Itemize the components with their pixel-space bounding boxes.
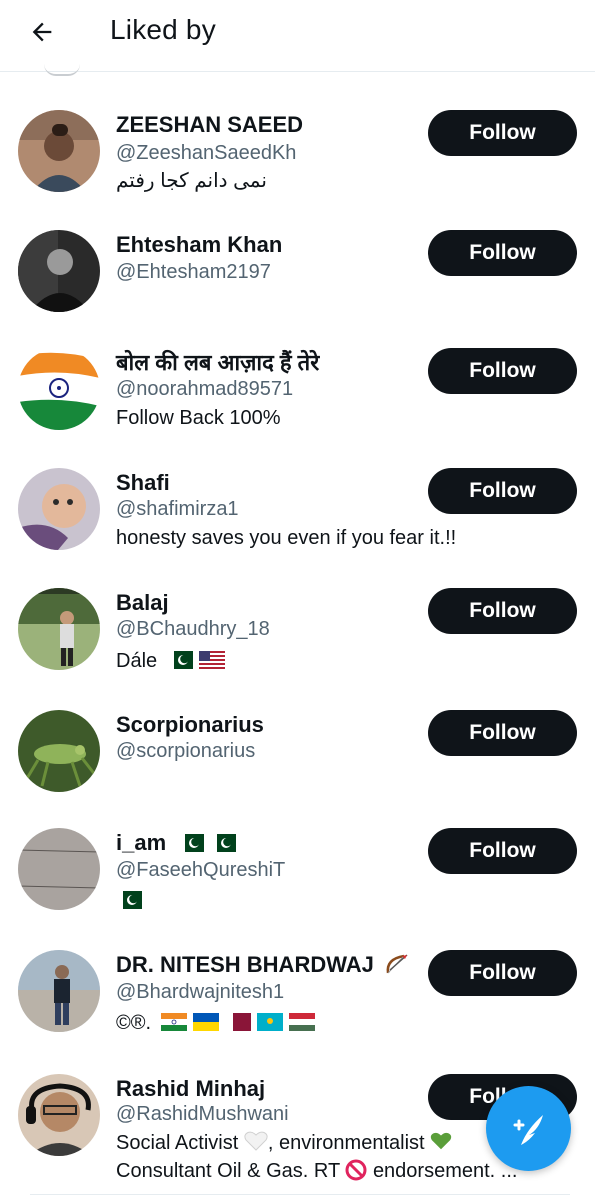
pakistan-flag-icon xyxy=(178,834,205,852)
page-title: Liked by xyxy=(110,14,216,45)
user-display-name[interactable]: Scorpionarius xyxy=(116,712,264,738)
follow-button[interactable]: Follow xyxy=(428,348,577,394)
user-bio: honesty saves you even if you fear it.!! xyxy=(116,527,457,549)
avatar[interactable] xyxy=(18,710,100,792)
user-row[interactable]: DR. NITESH BHARDWAJ @Bhardwajnitesh1 ©®.… xyxy=(0,942,595,1054)
avatar[interactable] xyxy=(18,950,100,1032)
compose-tweet-icon xyxy=(513,1114,543,1145)
user-handle: @scorpionarius xyxy=(116,740,256,762)
bow-arrow-icon xyxy=(386,954,408,974)
user-display-name[interactable]: i_am xyxy=(116,830,242,856)
avatar[interactable] xyxy=(18,588,100,670)
user-row[interactable]: Ehtesham Khan @Ehtesham2197 Follow xyxy=(0,222,595,334)
avatar[interactable] xyxy=(18,230,100,312)
user-row[interactable]: Shafi @shafimirza1 honesty saves you eve… xyxy=(0,460,595,572)
user-handle: @RashidMushwani xyxy=(116,1103,289,1125)
avatar[interactable] xyxy=(18,348,100,430)
compose-tweet-button[interactable] xyxy=(486,1086,571,1171)
usa-flag-icon xyxy=(198,651,225,669)
follow-button[interactable]: Follow xyxy=(428,468,577,514)
user-handle: @Bhardwajnitesh1 xyxy=(116,981,285,1003)
user-bio: نمی دانم کجا رفتم xyxy=(116,170,267,192)
top-app-bar: Liked by xyxy=(0,0,595,72)
bio-text: Dále xyxy=(116,650,158,672)
kazakhstan-flag-icon xyxy=(256,1013,283,1031)
user-bio xyxy=(116,888,148,914)
user-bio: ©®. xyxy=(116,1010,321,1036)
user-row[interactable]: i_am @FaseehQureshiT Follow xyxy=(0,820,595,932)
india-flag-icon xyxy=(160,1013,187,1031)
follow-button[interactable]: Follow xyxy=(428,710,577,756)
user-handle: @noorahmad89571 xyxy=(116,378,294,400)
user-display-name[interactable]: ZEESHAN SAEED xyxy=(116,112,303,138)
avatar[interactable] xyxy=(18,828,100,910)
pakistan-flag-icon xyxy=(116,891,142,909)
follow-button[interactable]: Follow xyxy=(428,110,577,156)
user-bio: Social Activist , environmentalist xyxy=(116,1130,452,1156)
user-bio: Follow Back 100% xyxy=(116,407,281,429)
user-handle: @shafimirza1 xyxy=(116,498,239,520)
pakistan-flag-icon xyxy=(210,834,237,852)
partial-avatar-edge xyxy=(44,64,80,76)
user-handle: @BChaudhry_18 xyxy=(116,618,270,640)
user-row[interactable]: बोल की लब आज़ाद हैं तेरे @noorahmad89571… xyxy=(0,340,595,452)
prohibited-icon xyxy=(345,1159,367,1181)
user-handle: @FaseehQureshiT xyxy=(116,859,286,881)
user-handle: @Ehtesham2197 xyxy=(116,261,271,283)
user-display-name[interactable]: Ehtesham Khan xyxy=(116,232,282,258)
qatar-flag-icon xyxy=(224,1013,251,1031)
follow-button[interactable]: Follow xyxy=(428,588,577,634)
user-display-name[interactable]: बोल की लब आज़ाद हैं तेरे xyxy=(116,350,319,376)
follow-button[interactable]: Follow xyxy=(428,828,577,874)
avatar[interactable] xyxy=(18,468,100,550)
avatar[interactable] xyxy=(18,1074,100,1156)
user-bio: Dále xyxy=(116,648,231,674)
user-row[interactable]: Scorpionarius @scorpionarius Follow xyxy=(0,702,595,814)
user-display-name[interactable]: Balaj xyxy=(116,590,169,616)
follow-button[interactable]: Follow xyxy=(428,230,577,276)
hungary-flag-icon xyxy=(288,1013,315,1031)
avatar[interactable] xyxy=(18,110,100,192)
back-button[interactable] xyxy=(22,12,62,52)
follow-button[interactable]: Follow xyxy=(428,950,577,996)
pakistan-flag-icon xyxy=(166,651,193,669)
user-handle: @ZeeshanSaeedKh xyxy=(116,142,297,164)
user-display-name[interactable]: Shafi xyxy=(116,470,170,496)
arrow-left-icon xyxy=(32,22,52,42)
ukraine-flag-icon xyxy=(192,1013,219,1031)
user-display-name[interactable]: DR. NITESH BHARDWAJ xyxy=(116,952,410,978)
green-heart-icon xyxy=(430,1132,452,1150)
divider xyxy=(30,1194,570,1195)
user-row[interactable]: ZEESHAN SAEED @ZeeshanSaeedKh نمی دانم ک… xyxy=(0,104,595,216)
user-bio-line-2: Consultant Oil & Gas. RT endorsement. ..… xyxy=(116,1159,518,1182)
white-heart-icon xyxy=(244,1131,268,1151)
user-row[interactable]: Balaj @BChaudhry_18 Dále Follow xyxy=(0,580,595,692)
bio-text: ©®. xyxy=(116,1012,152,1034)
user-display-name[interactable]: Rashid Minhaj xyxy=(116,1076,265,1102)
